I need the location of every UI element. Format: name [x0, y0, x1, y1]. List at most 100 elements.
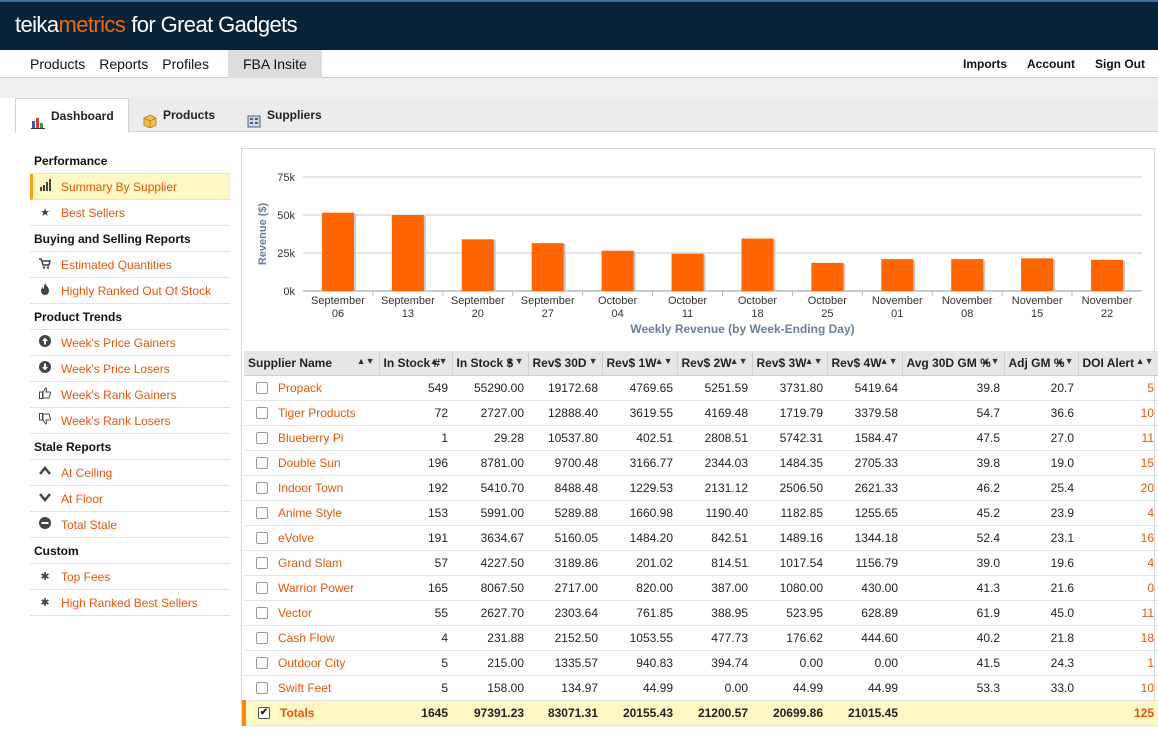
bar [811, 262, 844, 291]
tab-products[interactable]: Products [143, 98, 215, 132]
table-cell: 628.89 [827, 600, 902, 626]
table-cell: 5289.88 [528, 500, 602, 526]
table-cell: 5991.00 [452, 500, 528, 526]
doi-alert-cell: 20 [1078, 475, 1158, 501]
x-tick-label: September [381, 295, 435, 307]
x-tick-label: 15 [1031, 308, 1043, 320]
supplier-name-link[interactable]: Outdoor City [244, 650, 379, 676]
sort-icon[interactable]: ▲▼ [357, 356, 375, 366]
nav-account[interactable]: Account [1027, 50, 1075, 78]
table-cell: 3634.67 [452, 525, 528, 551]
table-cell: 8781.00 [452, 450, 528, 476]
column-header-label: Rev$ 2W [681, 355, 732, 370]
table-cell: 20699.86 [752, 700, 827, 726]
row-checkbox[interactable] [256, 456, 268, 469]
sort-icon[interactable]: ▲▼ [730, 356, 748, 366]
sidebar-item-price-losers[interactable]: Week's Price Losers [30, 356, 230, 382]
table-cell: 1584.47 [827, 425, 902, 451]
column-header[interactable]: ▲▼ Supplier Name [244, 351, 380, 376]
sidebar-item-at-ceiling[interactable]: At Ceiling [30, 460, 230, 486]
thumbs-down-icon [38, 413, 52, 428]
supplier-name-link[interactable]: Double Sun [244, 450, 379, 476]
star-icon: ★ [40, 207, 50, 219]
sidebar-item-high-ranked-best-sellers[interactable]: ✱ High Ranked Best Sellers [30, 590, 230, 616]
supplier-name-link[interactable]: Cash Flow [244, 625, 379, 651]
supplier-name-link[interactable]: Tiger Products [244, 400, 379, 426]
table-cell: 1 [379, 425, 452, 451]
column-header[interactable]: ▲▼ Rev$ 3W [752, 351, 828, 376]
supplier-name-link[interactable]: Propack [244, 375, 379, 401]
column-header[interactable]: ▲▼ Avg 30D GM % [902, 351, 1005, 376]
cart-icon [38, 257, 52, 272]
row-checkbox[interactable] [256, 606, 268, 619]
row-checkbox[interactable] [256, 631, 268, 644]
supplier-name-link[interactable]: Blueberry Pi [244, 425, 379, 451]
sidebar-item-top-fees[interactable]: ✱ Top Fees [30, 564, 230, 590]
row-checkbox[interactable] [256, 656, 268, 669]
supplier-name-link[interactable]: Anime Style [244, 500, 379, 526]
sidebar-item-estimated-quantities[interactable]: Estimated Quantities [30, 252, 230, 278]
x-tick-label: 01 [891, 308, 903, 320]
row-checkbox[interactable] [256, 406, 268, 419]
sidebar-item-rank-losers[interactable]: Week's Rank Losers [30, 408, 230, 434]
main-nav: Products Reports Profiles FBA Insite Imp… [0, 50, 1158, 78]
sidebar-item-rank-gainers[interactable]: Week's Rank Gainers [30, 382, 230, 408]
column-header-label: Supplier Name [248, 355, 333, 370]
sidebar-item-label: Week's Rank Losers [61, 413, 171, 428]
sidebar-item-best-sellers[interactable]: ★ Best Sellers [30, 200, 230, 226]
nav-sign-out[interactable]: Sign Out [1095, 50, 1145, 78]
sort-icon[interactable]: ▲▼ [805, 356, 823, 366]
totals-label[interactable]: ✔ Totals [242, 700, 379, 726]
doi-alert-cell: 125 [1078, 700, 1158, 726]
row-checkbox[interactable] [256, 506, 268, 519]
sidebar-item-total-stale[interactable]: Total Stale [30, 512, 230, 538]
cell-text: Warrior Power [278, 580, 355, 595]
nav-products[interactable]: Products [15, 50, 92, 78]
row-checkbox[interactable] [256, 581, 268, 594]
doi-alert-cell: 11 [1078, 425, 1158, 451]
supplier-name-link[interactable]: eVolve [244, 525, 379, 551]
minus-circle-icon [38, 517, 52, 532]
column-header[interactable]: ▼ Rev$ 30D [528, 351, 603, 376]
sidebar-item-at-floor[interactable]: At Floor [30, 486, 230, 512]
nav-fba-insite[interactable]: FBA Insite [227, 50, 322, 78]
supplier-name-link[interactable]: Vector [244, 600, 379, 626]
supplier-name-link[interactable]: Indoor Town [244, 475, 379, 501]
row-checkbox[interactable] [256, 681, 268, 694]
sidebar-item-label: Estimated Quantities [61, 257, 172, 272]
supplier-name-link[interactable]: Swift Feet [244, 675, 379, 701]
row-checkbox[interactable] [256, 481, 268, 494]
nav-imports[interactable]: Imports [963, 50, 1007, 78]
sidebar-item-price-gainers[interactable]: Week's Price Gainers [30, 330, 230, 356]
sort-icon[interactable]: ▲▼ [655, 356, 673, 366]
table-cell: 53.3 [902, 675, 1004, 701]
row-checkbox[interactable]: ✔ [258, 706, 270, 719]
table-cell: 1484.20 [602, 525, 677, 551]
nav-reports[interactable]: Reports [92, 50, 155, 78]
brand-logo[interactable]: teikametrics for Great Gadgets [15, 12, 298, 38]
column-header[interactable]: ▲▼ DOI Alert [1078, 351, 1158, 376]
sort-icon[interactable]: ▲▼ [1136, 356, 1154, 366]
supplier-name-link[interactable]: Grand Slam [244, 550, 379, 576]
nav-profiles[interactable]: Profiles [155, 50, 216, 78]
row-checkbox[interactable] [256, 556, 268, 569]
row-checkbox[interactable] [256, 531, 268, 544]
column-header[interactable]: ▲▼ Adj GM % [1004, 351, 1079, 376]
sidebar-item-highly-ranked-oos[interactable]: Highly Ranked Out Of Stock [30, 278, 230, 304]
sidebar-item-summary-by-supplier[interactable]: Summary By Supplier [30, 174, 230, 200]
row-checkbox[interactable] [256, 431, 268, 444]
table-row: Warrior Power 165 8067.50 2717.00 820.00 387.… [244, 575, 1158, 601]
tab-suppliers[interactable]: Suppliers [247, 98, 322, 132]
column-header[interactable]: ▲▼ In Stock $ [452, 351, 529, 376]
column-header[interactable]: ▲▼ Rev$ 2W [677, 351, 753, 376]
column-header[interactable]: ▲▼ Rev$ 4W [827, 351, 903, 376]
column-header[interactable]: ▲▼ In Stock # [379, 351, 453, 376]
tab-dashboard[interactable]: Dashboard [15, 98, 129, 133]
sort-icon[interactable]: ▲▼ [880, 356, 898, 366]
column-header[interactable]: ▲▼ Rev$ 1W [602, 351, 678, 376]
table-cell: 1484.35 [752, 450, 827, 476]
supplier-name-link[interactable]: Warrior Power [244, 575, 379, 601]
table-cell: 4769.65 [602, 375, 677, 401]
sort-icon[interactable]: ▼ [589, 356, 598, 366]
row-checkbox[interactable] [256, 381, 268, 394]
